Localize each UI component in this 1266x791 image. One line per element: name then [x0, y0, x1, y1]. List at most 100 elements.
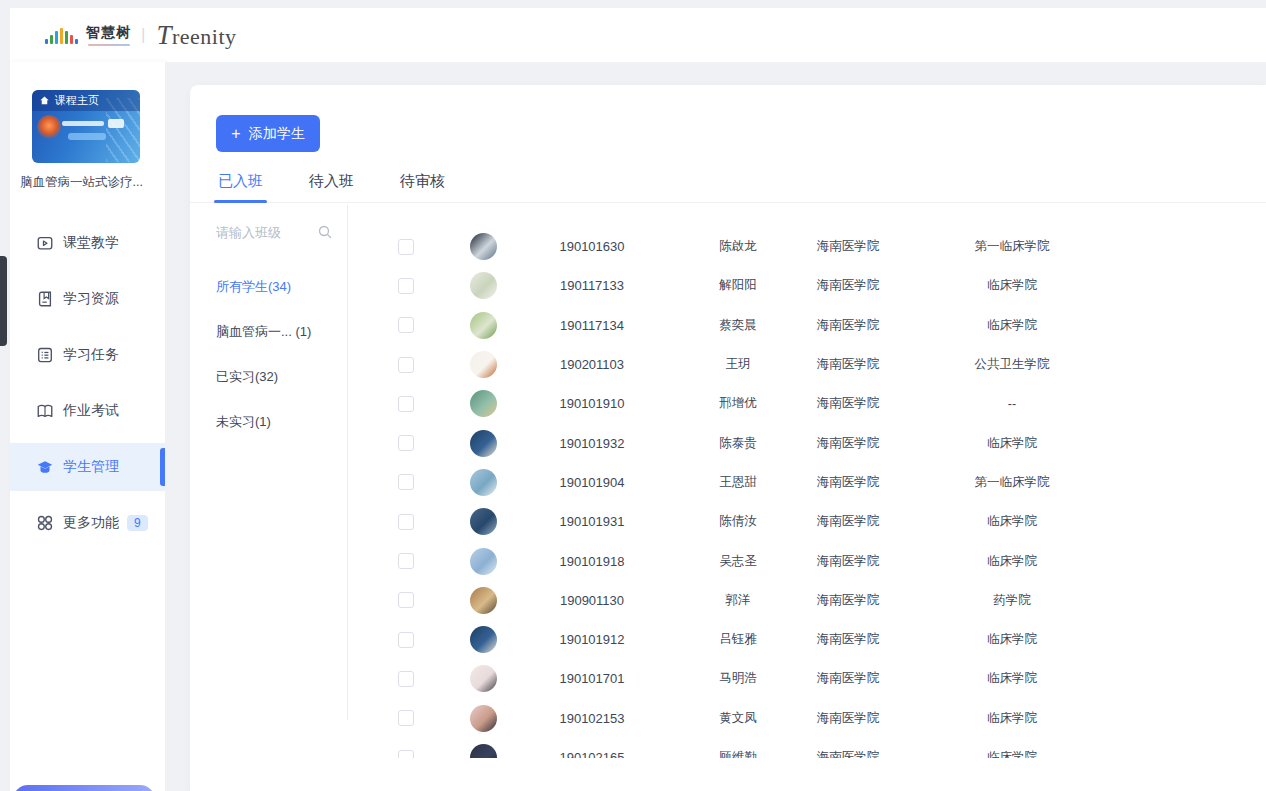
- filter-item-3[interactable]: 已实习(32): [216, 363, 311, 391]
- student-name: 马明浩: [682, 670, 794, 687]
- filter-list: 所有学生(34) 脑血管病一... (1) 已实习(32) 未实习(1): [216, 273, 311, 453]
- student-avatar: [470, 744, 497, 758]
- sidebar: 课程主页 脑血管病一站式诊疗... 课堂教学学习资源学习任务作业考试学生管理更多…: [10, 62, 165, 791]
- brand-name-zh-wrap: 智慧树: [86, 24, 131, 46]
- row-checkbox[interactable]: [398, 671, 414, 687]
- tab-1[interactable]: 已入班: [218, 169, 263, 202]
- sidebar-item-label: 学习资源: [63, 290, 119, 308]
- student-table: 190101630陈啟龙海南医学院第一临床学院190117133解阳阳海南医学院…: [348, 205, 1266, 758]
- row-checkbox[interactable]: [398, 553, 414, 569]
- row-checkbox[interactable]: [398, 239, 414, 255]
- student-row: 190101904王恩甜海南医学院第一临床学院: [348, 463, 1266, 502]
- sidebar-item-1[interactable]: 课堂教学: [10, 219, 165, 267]
- student-avatar: [470, 626, 497, 653]
- student-school: 海南医学院: [794, 277, 902, 294]
- row-checkbox[interactable]: [398, 710, 414, 726]
- filter-item-4[interactable]: 未实习(1): [216, 408, 311, 436]
- student-avatar: [470, 548, 497, 575]
- student-id: 190101701: [502, 671, 682, 686]
- sidebar-item-6[interactable]: 更多功能9: [10, 499, 165, 547]
- more-count-badge: 9: [127, 515, 148, 531]
- course-thumbnail[interactable]: 课程主页: [32, 90, 140, 163]
- student-name: 解阳阳: [682, 277, 794, 294]
- student-college: 临床学院: [902, 317, 1122, 334]
- student-id: 190102153: [502, 711, 682, 726]
- sidebar-item-3[interactable]: 学习任务: [10, 331, 165, 379]
- student-college: 临床学院: [902, 749, 1122, 758]
- tasks-list-icon: [36, 346, 54, 364]
- row-checkbox[interactable]: [398, 632, 414, 648]
- search-placeholder: 请输入班级: [216, 222, 332, 244]
- thumb-caption-chip: [108, 119, 124, 128]
- student-id: 190117133: [502, 278, 682, 293]
- student-college: 临床学院: [902, 513, 1122, 530]
- student-row: 190101912吕钰雅海南医学院临床学院: [348, 620, 1266, 659]
- student-id: 190117134: [502, 318, 682, 333]
- row-checkbox[interactable]: [398, 592, 414, 608]
- tab-2[interactable]: 待入班: [309, 169, 354, 202]
- student-avatar: [470, 587, 497, 614]
- sidebar-item-2[interactable]: 学习资源: [10, 275, 165, 323]
- sidebar-item-label: 课堂教学: [63, 234, 119, 252]
- student-name: 邢增优: [682, 395, 794, 412]
- row-checkbox[interactable]: [398, 357, 414, 373]
- student-school: 海南医学院: [794, 474, 902, 491]
- student-college: 临床学院: [902, 435, 1122, 452]
- main-area: + 添加学生 已入班 待入班 待审核 请输入班级 所有学生(34) 脑血管病一... …: [165, 62, 1266, 791]
- student-row: 190101918吴志圣海南医学院临床学院: [348, 541, 1266, 580]
- homework-exam-icon: [36, 402, 54, 420]
- class-search-input[interactable]: 请输入班级: [216, 222, 332, 244]
- student-school: 海南医学院: [794, 395, 902, 412]
- content-card: + 添加学生 已入班 待入班 待审核 请输入班级 所有学生(34) 脑血管病一... …: [190, 85, 1266, 791]
- course-home-label: 课程主页: [55, 93, 99, 108]
- student-row: 190101910邢增优海南医学院--: [348, 384, 1266, 423]
- student-name: 郭洋: [682, 592, 794, 609]
- course-home-banner[interactable]: 课程主页: [32, 90, 140, 111]
- thumb-caption-bar: [62, 121, 104, 126]
- student-row: 190102153黄文凤海南医学院临床学院: [348, 699, 1266, 738]
- student-row: 190117134蔡奕晨海南医学院临床学院: [348, 306, 1266, 345]
- student-college: 临床学院: [902, 710, 1122, 727]
- tab-3[interactable]: 待审核: [400, 169, 445, 202]
- student-college: 临床学院: [902, 277, 1122, 294]
- course-title: 脑血管病一站式诊疗...: [20, 174, 160, 191]
- student-school: 海南医学院: [794, 592, 902, 609]
- student-row: 190201103王玥海南医学院公共卫生学院: [348, 345, 1266, 384]
- student-avatar: [470, 351, 497, 378]
- row-checkbox[interactable]: [398, 278, 414, 294]
- sidebar-item-5[interactable]: 学生管理: [10, 443, 165, 491]
- row-checkbox[interactable]: [398, 435, 414, 451]
- sidebar-item-4[interactable]: 作业考试: [10, 387, 165, 435]
- row-checkbox[interactable]: [398, 474, 414, 490]
- row-checkbox[interactable]: [398, 750, 414, 759]
- student-row: 190102165顾维勤海南医学院临床学院: [348, 738, 1266, 758]
- student-row: 190101931陈倩汝海南医学院临床学院: [348, 502, 1266, 541]
- student-name: 陈泰贵: [682, 435, 794, 452]
- student-avatar: [470, 272, 497, 299]
- student-name: 蔡奕晨: [682, 317, 794, 334]
- student-id: 190901130: [502, 593, 682, 608]
- top-header: 智慧树 | Treenity: [10, 8, 1266, 62]
- more-grid-icon: [36, 514, 54, 532]
- student-college: 公共卫生学院: [902, 356, 1122, 373]
- row-checkbox[interactable]: [398, 317, 414, 333]
- row-checkbox[interactable]: [398, 396, 414, 412]
- brand-name-zh: 智慧树: [86, 24, 131, 42]
- classroom-play-icon: [36, 234, 54, 252]
- filter-item-2[interactable]: 脑血管病一... (1): [216, 318, 311, 346]
- search-icon[interactable]: [318, 225, 332, 239]
- add-student-button[interactable]: + 添加学生: [216, 115, 320, 152]
- student-row: 190101630陈啟龙海南医学院第一临床学院: [348, 227, 1266, 266]
- filter-item-1[interactable]: 所有学生(34): [216, 273, 311, 301]
- student-school: 海南医学院: [794, 670, 902, 687]
- left-edge-handle[interactable]: [0, 256, 7, 346]
- student-avatar: [470, 469, 497, 496]
- student-id: 190201103: [502, 357, 682, 372]
- floating-action-button[interactable]: [13, 785, 155, 791]
- student-avatar: [470, 665, 497, 692]
- student-school: 海南医学院: [794, 710, 902, 727]
- row-checkbox[interactable]: [398, 514, 414, 530]
- student-school: 海南医学院: [794, 435, 902, 452]
- student-id: 190101912: [502, 632, 682, 647]
- student-name: 王玥: [682, 356, 794, 373]
